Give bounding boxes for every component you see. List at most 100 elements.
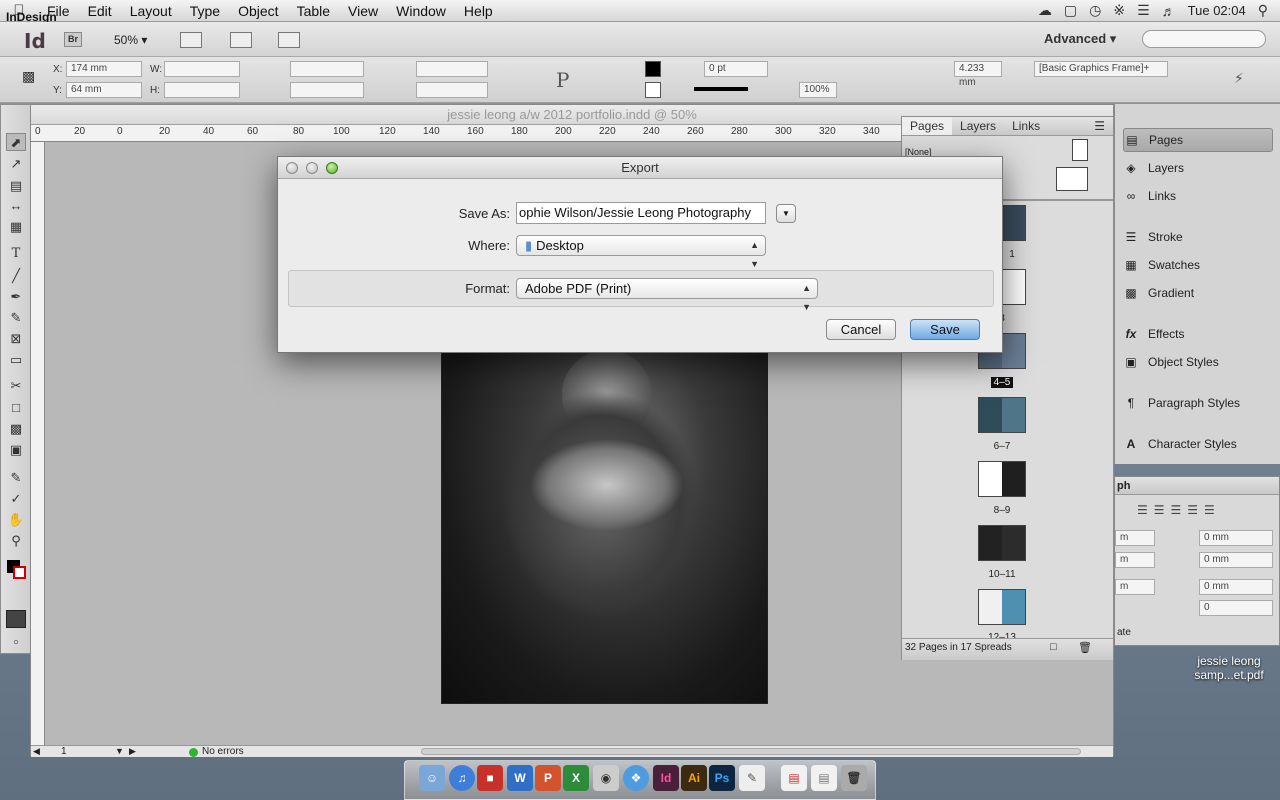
stroke-type-line[interactable] — [694, 87, 748, 91]
desktop-pdf-file[interactable]: jessie leong samp...et.pdf — [1180, 654, 1278, 682]
fill-swatch[interactable] — [645, 61, 661, 77]
trash-icon[interactable]: 🗑 — [841, 765, 867, 791]
bluetooth-icon[interactable]: ※ — [1113, 2, 1125, 19]
scale-y-field[interactable] — [290, 82, 364, 98]
gap-tool-icon[interactable]: ↔ — [6, 197, 26, 215]
format-select[interactable]: Adobe PDF (Print) ▲ ▼ — [516, 278, 818, 312]
tab-layers[interactable]: Layers — [952, 117, 1004, 135]
downloads-stack-icon[interactable]: ▤ — [811, 765, 837, 791]
dock-character-styles[interactable]: A Character Styles — [1123, 432, 1273, 456]
portfolio-photo[interactable] — [441, 349, 768, 704]
screen-mode-icon[interactable]: ▫ — [6, 633, 26, 651]
view-options-icon[interactable] — [180, 32, 202, 48]
dock-object-styles[interactable]: ▣ Object Styles — [1123, 350, 1273, 374]
cancel-button[interactable]: Cancel — [826, 319, 896, 340]
horizontal-scrollbar[interactable] — [421, 748, 1081, 755]
chevron-down-icon[interactable]: ▼ — [115, 746, 124, 756]
direct-selection-tool-icon[interactable]: ↗ — [6, 155, 26, 173]
menu-layout[interactable]: Layout — [121, 3, 181, 19]
menu-window[interactable]: Window — [387, 3, 455, 19]
menu-object[interactable]: Object — [229, 3, 287, 19]
panel-menu-icon[interactable]: ☰ — [1086, 117, 1113, 135]
stroke-swatch[interactable] — [645, 82, 661, 98]
expand-dialog-button[interactable]: ▼ — [776, 204, 796, 223]
pencil-tool-icon[interactable]: ✎ — [6, 309, 26, 327]
alignment-buttons-icon[interactable]: ☰☰☰☰☰ — [1137, 503, 1221, 517]
photo-booth-icon[interactable]: ■ — [477, 765, 503, 791]
drop-cap-field[interactable]: 0 — [1199, 600, 1273, 616]
spread-thumb[interactable] — [978, 461, 1026, 497]
master-spread-thumb[interactable] — [1056, 167, 1088, 191]
reference-point-icon[interactable]: ▩ — [22, 68, 42, 88]
preview-icon[interactable]: ✎ — [739, 765, 765, 791]
menu-table[interactable]: Table — [288, 3, 339, 19]
scale-x-field[interactable] — [290, 61, 364, 77]
type-tool-icon[interactable]: T — [6, 245, 26, 263]
dock-links[interactable]: ∞ Links — [1123, 184, 1273, 208]
tab-pages[interactable]: Pages — [902, 117, 953, 135]
rectangle-frame-tool-icon[interactable]: ⊠ — [6, 330, 26, 348]
zoom-window-button[interactable] — [326, 162, 338, 174]
y-position-field[interactable]: 64 mm — [66, 82, 142, 98]
shear-field[interactable] — [416, 82, 488, 98]
pen-tool-icon[interactable]: ✒ — [6, 288, 26, 306]
where-select[interactable]: ▮ Desktop ▲ ▼ — [516, 235, 766, 269]
x-position-field[interactable]: 174 mm — [66, 61, 142, 77]
save-button[interactable]: Save — [910, 319, 980, 340]
menu-edit[interactable]: Edit — [79, 3, 121, 19]
save-as-input[interactable]: ophie Wilson/Jessie Leong Photography — [516, 202, 766, 224]
zoom-tool-icon[interactable]: ⚲ — [6, 532, 26, 550]
menu-help[interactable]: Help — [455, 3, 502, 19]
help-search-input[interactable] — [1142, 30, 1266, 48]
first-page-button[interactable]: ◀ — [33, 746, 40, 757]
text-wrap-icon[interactable]: P — [556, 68, 569, 92]
dock-swatches[interactable]: ▦ Swatches — [1123, 253, 1273, 277]
normal-view-icon[interactable] — [6, 610, 26, 628]
spacing-field[interactable]: 4.233 mm — [954, 61, 1002, 88]
left-indent-field[interactable]: m — [1115, 530, 1155, 546]
content-collector-icon[interactable]: ▦ — [6, 218, 26, 236]
width-field[interactable] — [164, 61, 240, 77]
illustrator-icon[interactable]: Ai — [681, 765, 707, 791]
time-machine-icon[interactable]: ◷ — [1089, 2, 1101, 19]
dock-stroke[interactable]: ☰ Stroke — [1123, 225, 1273, 249]
cloud-icon[interactable]: ☁ — [1038, 2, 1052, 19]
dock-pages[interactable]: ▤ Pages — [1123, 128, 1273, 152]
image-capture-icon[interactable]: ◉ — [593, 765, 619, 791]
space-after-field[interactable]: 0 mm — [1199, 579, 1273, 595]
new-page-icon[interactable]: □ — [1050, 641, 1057, 653]
delete-page-icon[interactable]: 🗑 — [1078, 641, 1092, 654]
close-window-button[interactable] — [286, 162, 298, 174]
opacity-field[interactable]: 100% — [799, 82, 837, 98]
zoom-level-select[interactable]: 50% ▾ — [114, 33, 147, 47]
dock-layers[interactable]: ◈ Layers — [1123, 156, 1273, 180]
gradient-feather-tool-icon[interactable]: ▣ — [6, 441, 26, 459]
spread-thumb[interactable] — [978, 525, 1026, 561]
document-stack-icon[interactable]: ▤ — [781, 765, 807, 791]
indesign-dock-icon[interactable]: Id — [653, 765, 679, 791]
safari-icon[interactable]: ❖ — [623, 765, 649, 791]
minimize-window-button[interactable] — [306, 162, 318, 174]
spread-thumb[interactable] — [978, 589, 1026, 625]
dock-gradient[interactable]: ▩ Gradient — [1123, 281, 1273, 305]
note-tool-icon[interactable]: ✎ — [6, 469, 26, 487]
arrange-documents-icon[interactable] — [278, 32, 300, 48]
master-thumb[interactable] — [1072, 139, 1088, 161]
screen-mode-icon[interactable] — [230, 32, 252, 48]
bridge-button[interactable]: Br — [64, 32, 82, 47]
last-line-indent-field[interactable]: 0 mm — [1199, 552, 1273, 568]
workspace-switcher[interactable]: Advanced ▾ — [1044, 31, 1116, 47]
volume-icon[interactable]: ♬ — [1162, 3, 1176, 19]
page-tool-icon[interactable]: ▤ — [6, 177, 26, 195]
stroke-color-icon[interactable] — [13, 566, 26, 579]
menubar-clock[interactable]: Tue 02:04 — [1188, 3, 1246, 18]
display-icon[interactable]: ▢ — [1064, 2, 1077, 19]
spread-thumb[interactable] — [978, 397, 1026, 433]
next-page-button[interactable]: ▶ — [129, 746, 136, 757]
right-indent-field[interactable]: 0 mm — [1199, 530, 1273, 546]
line-tool-icon[interactable]: ╱ — [6, 267, 26, 285]
page-number-field[interactable]: 1 — [61, 746, 67, 757]
wifi-icon[interactable]: ☰ — [1137, 2, 1150, 19]
hand-tool-icon[interactable]: ✋ — [6, 511, 26, 529]
rotation-field[interactable] — [416, 61, 488, 77]
